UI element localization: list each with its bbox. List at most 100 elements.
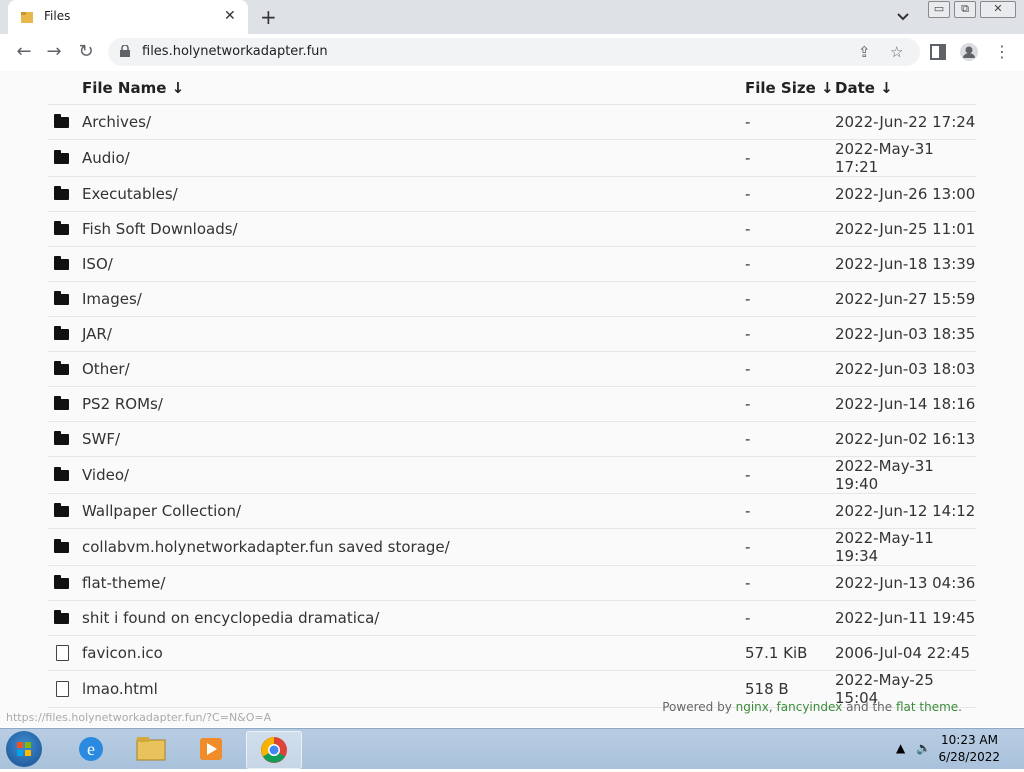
tab-search-icon[interactable] <box>896 10 910 24</box>
folder-icon <box>54 186 69 200</box>
table-row[interactable]: Fish Soft Downloads/-2022-Jun-25 11:01 <box>48 211 976 247</box>
media-player-taskbar-icon[interactable] <box>184 731 238 767</box>
folder-icon <box>54 114 69 128</box>
table-row[interactable]: Audio/-2022-May-31 17:21 <box>48 139 976 177</box>
table-row[interactable]: Executables/-2022-Jun-26 13:00 <box>48 176 976 212</box>
clock-date[interactable]: 6/28/2022 <box>938 750 1000 764</box>
footer-prefix: Powered by <box>662 700 736 714</box>
file-name-column-header[interactable]: File Name ↓ <box>82 71 745 105</box>
folder-icon <box>54 221 69 235</box>
table-row[interactable]: Wallpaper Collection/-2022-Jun-12 14:12 <box>48 493 976 529</box>
file-explorer-taskbar-icon[interactable] <box>124 731 178 767</box>
profile-avatar-icon[interactable] <box>959 42 979 62</box>
table-row[interactable]: Archives/-2022-Jun-22 17:24 <box>48 104 976 140</box>
table-row[interactable]: favicon.ico 57.1 KiB 2006-Jul-04 22:45 <box>48 635 976 671</box>
restore-button[interactable]: ⧉ <box>954 1 976 18</box>
row-icon-cell <box>48 104 82 140</box>
date-cell: 2022-May-31 19:40 <box>835 456 976 494</box>
close-window-button[interactable]: ✕ <box>980 1 1016 18</box>
date-cell: 2022-Jun-27 15:59 <box>835 281 976 317</box>
file-size-cell: - <box>745 456 835 494</box>
row-icon-cell <box>48 421 82 457</box>
table-row[interactable]: SWF/-2022-Jun-02 16:13 <box>48 421 976 457</box>
bookmark-star-icon[interactable]: ☆ <box>890 43 903 61</box>
file-name-link[interactable]: Archives/ <box>82 104 745 140</box>
tab-close-icon[interactable]: ✕ <box>224 8 236 24</box>
file-name-link[interactable]: Executables/ <box>82 176 745 212</box>
table-row[interactable]: collabvm.holynetworkadapter.fun saved st… <box>48 528 976 566</box>
side-panel-icon[interactable] <box>928 42 948 62</box>
date-column-header[interactable]: Date ↓ <box>835 71 976 105</box>
file-name-link[interactable]: Video/ <box>82 456 745 494</box>
table-row[interactable]: Video/-2022-May-31 19:40 <box>48 456 976 494</box>
start-button[interactable] <box>6 731 42 767</box>
row-icon-cell <box>48 351 82 387</box>
nginx-link[interactable]: nginx <box>736 700 769 714</box>
table-row[interactable]: JAR/-2022-Jun-03 18:35 <box>48 316 976 352</box>
browser-tab[interactable]: Files ✕ <box>8 0 248 34</box>
file-icon <box>56 645 69 661</box>
file-size-cell: - <box>745 211 835 247</box>
file-name-link[interactable]: flat-theme/ <box>82 565 745 601</box>
show-hidden-icons-icon[interactable]: ▲ <box>896 741 905 755</box>
date-cell: 2006-Jul-04 22:45 <box>835 635 976 671</box>
file-size-cell: 57.1 KiB <box>745 635 835 671</box>
volume-icon[interactable]: 🔈 <box>916 741 931 755</box>
table-row[interactable]: ISO/-2022-Jun-18 13:39 <box>48 246 976 282</box>
file-name-link[interactable]: shit i found on encyclopedia dramatica/ <box>82 600 745 636</box>
file-listing-table: File Name ↓ File Size ↓ Date ↓ Archives/… <box>48 71 976 708</box>
chrome-taskbar-icon[interactable] <box>246 731 302 769</box>
file-name-link[interactable]: ISO/ <box>82 246 745 282</box>
table-row[interactable]: PS2 ROMs/-2022-Jun-14 18:16 <box>48 386 976 422</box>
table-row[interactable]: Other/-2022-Jun-03 18:03 <box>48 351 976 387</box>
file-name-link[interactable]: JAR/ <box>82 316 745 352</box>
address-bar[interactable]: files.holynetworkadapter.fun ⇪ ☆ <box>108 38 920 66</box>
row-icon-cell <box>48 316 82 352</box>
clock-time[interactable]: 10:23 AM <box>941 733 998 747</box>
menu-kebab-icon[interactable]: ⋮ <box>992 42 1012 62</box>
svg-text:e: e <box>87 739 95 759</box>
lock-icon[interactable] <box>120 45 130 57</box>
file-name-link[interactable]: SWF/ <box>82 421 745 457</box>
date-cell: 2022-Jun-14 18:16 <box>835 386 976 422</box>
fancyindex-link[interactable]: fancyindex <box>777 700 843 714</box>
row-icon-cell <box>48 139 82 177</box>
file-name-link[interactable]: PS2 ROMs/ <box>82 386 745 422</box>
file-size-cell: - <box>745 600 835 636</box>
file-name-link[interactable]: lmao.html <box>82 670 745 708</box>
share-icon[interactable]: ⇪ <box>858 43 871 61</box>
windows-logo-icon <box>17 742 31 756</box>
date-cell: 2022-Jun-13 04:36 <box>835 565 976 601</box>
back-arrow-icon[interactable]: ← <box>12 40 36 64</box>
file-name-link[interactable]: Images/ <box>82 281 745 317</box>
row-icon-cell <box>48 565 82 601</box>
reload-icon[interactable]: ↻ <box>74 40 98 64</box>
new-tab-button[interactable]: + <box>260 5 277 29</box>
file-size-cell: - <box>745 421 835 457</box>
table-row[interactable]: shit i found on encyclopedia dramatica/-… <box>48 600 976 636</box>
row-icon-cell <box>48 246 82 282</box>
folder-icon <box>54 256 69 270</box>
folder-icon <box>54 291 69 305</box>
system-tray: ▲ 🔈 10:23 AM 6/28/2022 <box>884 729 1024 769</box>
row-icon-cell <box>48 176 82 212</box>
file-name-link[interactable]: favicon.ico <box>82 635 745 671</box>
file-name-link[interactable]: Wallpaper Collection/ <box>82 493 745 529</box>
table-header-row: File Name ↓ File Size ↓ Date ↓ <box>48 71 976 105</box>
file-name-link[interactable]: Audio/ <box>82 139 745 177</box>
minimize-button[interactable]: ▭ <box>928 1 950 18</box>
date-cell: 2022-May-11 19:34 <box>835 528 976 566</box>
url-text[interactable]: files.holynetworkadapter.fun <box>142 44 328 59</box>
internet-explorer-taskbar-icon[interactable]: e <box>64 731 118 767</box>
file-size-column-header[interactable]: File Size ↓ <box>745 71 835 105</box>
page-content: File Name ↓ File Size ↓ Date ↓ Archives/… <box>0 71 1024 727</box>
file-name-link[interactable]: Other/ <box>82 351 745 387</box>
table-row[interactable]: Images/-2022-Jun-27 15:59 <box>48 281 976 317</box>
forward-arrow-icon[interactable]: → <box>42 40 66 64</box>
folder-icon <box>54 361 69 375</box>
table-row[interactable]: flat-theme/-2022-Jun-13 04:36 <box>48 565 976 601</box>
flat-theme-link[interactable]: flat theme <box>896 700 958 714</box>
file-name-link[interactable]: Fish Soft Downloads/ <box>82 211 745 247</box>
folder-icon <box>54 610 69 624</box>
file-name-link[interactable]: collabvm.holynetworkadapter.fun saved st… <box>82 528 745 566</box>
